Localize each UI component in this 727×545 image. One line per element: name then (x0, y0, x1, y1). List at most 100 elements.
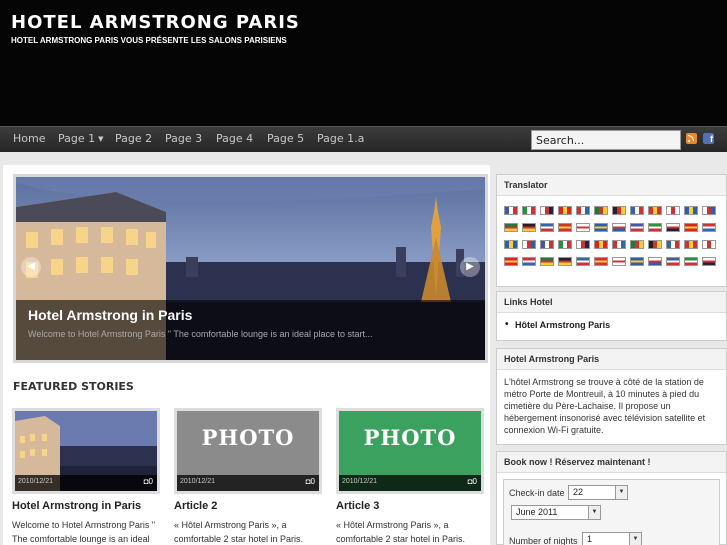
translator-widget: Translator (496, 174, 727, 287)
link-hotel-armstrong[interactable]: Hôtel Armstrong Paris (497, 313, 726, 330)
checkin-day-value: 22 (573, 487, 584, 497)
language-flag-icon[interactable] (684, 240, 698, 249)
story-thumbnail[interactable]: PHOTO 2010/12/21 ◘0 (174, 408, 322, 494)
chevron-right-icon[interactable]: ▶ (460, 257, 480, 277)
language-flag-icon[interactable] (504, 206, 518, 215)
language-flag-icon[interactable] (648, 257, 662, 266)
nav-item-page-3[interactable]: Page 3 (165, 132, 202, 145)
comment-count-value: 0 (310, 477, 315, 486)
language-flag-icon[interactable] (504, 223, 518, 232)
story-card[interactable]: PHOTO 2010/12/21 ◘0 Article 2 « Hôtel Ar… (174, 408, 322, 545)
nav-item-page-2[interactable]: Page 2 (115, 132, 152, 145)
language-flag-icon[interactable] (576, 223, 590, 232)
language-flag-icon[interactable] (522, 206, 536, 215)
language-flag-icon[interactable] (540, 257, 554, 266)
checkin-month-select[interactable]: June 2011 ▼ (511, 505, 601, 520)
language-flag-icon[interactable] (702, 257, 716, 266)
language-flag-icon[interactable] (630, 257, 644, 266)
language-flag-icon[interactable] (558, 240, 572, 249)
story-title[interactable]: Article 2 (174, 500, 322, 512)
language-flag-icon[interactable] (540, 240, 554, 249)
nights-select[interactable]: 1 ▼ (582, 532, 642, 545)
language-flag-icon[interactable] (666, 240, 680, 249)
story-date: 2010/12/21 (18, 478, 54, 485)
language-flag-icon[interactable] (702, 240, 716, 249)
story-excerpt-line: comfortable 2 star hotel in Paris. (174, 534, 304, 544)
language-flag-icon[interactable] (684, 257, 698, 266)
language-flag-icon[interactable] (612, 257, 626, 266)
checkin-day-select[interactable]: 22 ▼ (568, 485, 628, 500)
language-flag-icon[interactable] (612, 206, 626, 215)
language-flag-icon[interactable] (540, 206, 554, 215)
language-flag-icon[interactable] (558, 257, 572, 266)
nav-item-home[interactable]: Home (13, 132, 45, 145)
language-flag-icon[interactable] (648, 206, 662, 215)
story-thumbnail[interactable]: 2010/12/21 ◘0 (12, 408, 160, 494)
story-excerpt-line: « Hôtel Armstrong Paris », a (174, 520, 287, 530)
comment-count[interactable]: ◘0 (468, 477, 477, 486)
language-flag-icon[interactable] (630, 206, 644, 215)
language-flag-icon[interactable] (576, 206, 590, 215)
photo-placeholder-label: PHOTO (363, 425, 457, 450)
comment-count[interactable]: ◘0 (144, 477, 153, 486)
story-thumbnail[interactable]: PHOTO 2010/12/21 ◘0 (336, 408, 484, 494)
language-flag-icon[interactable] (666, 223, 680, 232)
language-flag-icon[interactable] (504, 240, 518, 249)
language-flag-icon[interactable] (594, 240, 608, 249)
story-excerpt: Welcome to Hotel Armstrong Paris " The c… (12, 518, 160, 545)
language-flag-icon[interactable] (522, 257, 536, 266)
widget-title: Translator (497, 175, 726, 196)
language-flag-icon[interactable] (630, 240, 644, 249)
story-title[interactable]: Hotel Armstrong in Paris (12, 500, 160, 512)
language-flag-icon[interactable] (504, 257, 518, 266)
language-flag-icon[interactable] (576, 257, 590, 266)
language-flag-icon[interactable] (630, 223, 644, 232)
facebook-icon[interactable]: f (703, 133, 714, 144)
slide-title[interactable]: Hotel Armstrong in Paris (28, 307, 192, 323)
language-flag-icon[interactable] (666, 257, 680, 266)
language-flag-icon[interactable] (594, 257, 608, 266)
language-flag-icon[interactable] (558, 223, 572, 232)
booking-widget: Book now ! Réservez maintenant ! Check-i… (496, 451, 727, 545)
comment-count-value: 0 (148, 477, 153, 486)
language-flag-icon[interactable] (702, 206, 716, 215)
story-excerpt-line: The comfortable lounge is an ideal (12, 534, 150, 544)
photo-placeholder-label: PHOTO (201, 425, 295, 450)
language-flag-icon[interactable] (522, 223, 536, 232)
nav-item-page-1[interactable]: Page 1 ▼ (58, 132, 104, 145)
language-flag-icon[interactable] (612, 240, 626, 249)
rss-icon[interactable] (686, 133, 697, 144)
nav-item-label: Page 1 (58, 132, 96, 145)
story-card[interactable]: PHOTO 2010/12/21 ◘0 Article 3 « Hôtel Ar… (336, 408, 484, 545)
language-flag-icon[interactable] (684, 223, 698, 232)
language-flags (504, 206, 719, 278)
widget-title: Links Hotel (497, 292, 726, 313)
nav-item-page-5[interactable]: Page 5 (267, 132, 304, 145)
language-flag-icon[interactable] (540, 223, 554, 232)
language-flag-icon[interactable] (684, 206, 698, 215)
language-flag-icon[interactable] (702, 223, 716, 232)
language-flag-icon[interactable] (594, 223, 608, 232)
language-flag-icon[interactable] (666, 206, 680, 215)
language-flag-icon[interactable] (576, 240, 590, 249)
featured-slider[interactable]: Hotel Armstrong in Paris Welcome to Hote… (13, 174, 488, 363)
chevron-left-icon[interactable]: ◀ (21, 257, 41, 277)
story-card[interactable]: 2010/12/21 ◘0 Hotel Armstrong in Paris W… (12, 408, 160, 545)
story-title[interactable]: Article 3 (336, 500, 484, 512)
story-excerpt-line: « Hôtel Armstrong Paris », a (336, 520, 449, 530)
language-flag-icon[interactable] (612, 223, 626, 232)
language-flag-icon[interactable] (594, 206, 608, 215)
search-input[interactable]: Search... (531, 130, 681, 150)
language-flag-icon[interactable] (558, 206, 572, 215)
language-flag-icon[interactable] (648, 240, 662, 249)
comment-count[interactable]: ◘0 (306, 477, 315, 486)
language-flag-icon[interactable] (522, 240, 536, 249)
language-flag-icon[interactable] (648, 223, 662, 232)
site-title[interactable]: HOTEL ARMSTRONG PARIS (11, 12, 300, 33)
nav-item-page-1a[interactable]: Page 1.a (317, 132, 364, 145)
story-date: 2010/12/21 (180, 478, 216, 485)
story-excerpt: « Hôtel Armstrong Paris », a comfortable… (174, 518, 322, 545)
site-header: HOTEL ARMSTRONG PARIS HOTEL ARMSTRONG PA… (0, 0, 727, 126)
thumbnail-meta-bar: 2010/12/21 ◘0 (15, 475, 157, 491)
nav-item-page-4[interactable]: Page 4 (216, 132, 253, 145)
